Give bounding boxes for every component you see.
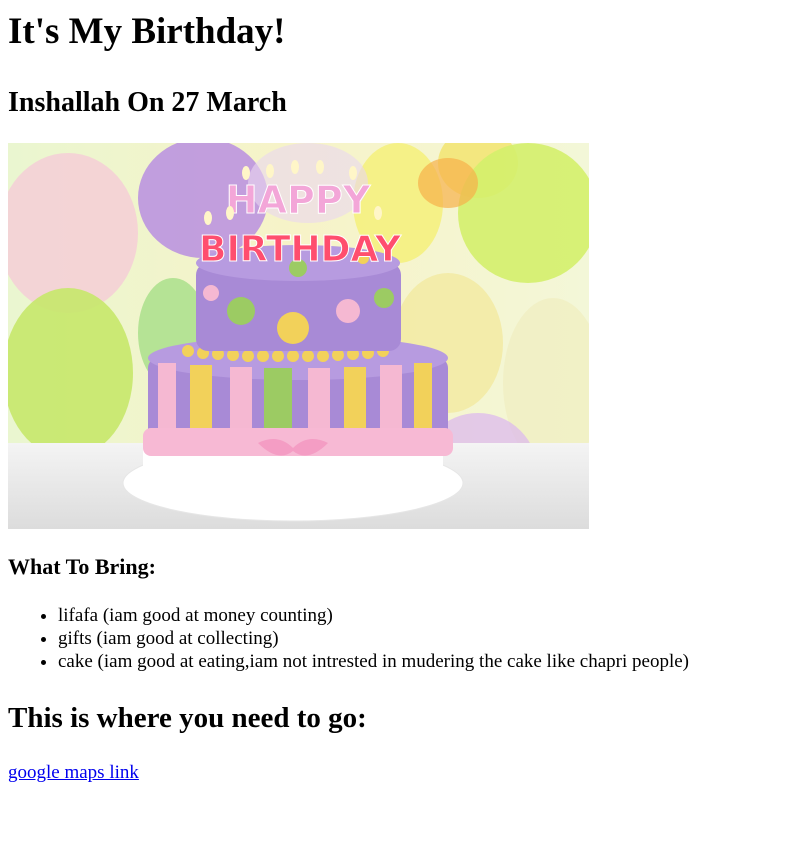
bring-item-gifts: gifts (iam good at collecting) — [58, 627, 784, 650]
birthday-cake-image: HAPPY BIRTHDAY — [8, 143, 589, 529]
location-heading: This is where you need to go: — [8, 702, 367, 734]
page-title: It's My Birthday! — [8, 11, 286, 52]
what-to-bring-heading: What To Bring: — [8, 554, 156, 579]
google-maps-link[interactable]: google maps link — [8, 762, 139, 783]
cake-text-top: HAPPY — [226, 178, 371, 222]
bring-list: lifafa (iam good at money counting) gift… — [8, 604, 784, 673]
bring-item-lifafa: lifafa (iam good at money counting) — [58, 604, 784, 627]
bring-item-cake: cake (iam good at eating,iam not intrest… — [58, 650, 784, 673]
cake-text-bottom: BIRTHDAY — [199, 229, 402, 270]
page-subtitle: Inshallah On 27 March — [8, 87, 287, 118]
location-paragraph: google maps link — [8, 761, 784, 784]
